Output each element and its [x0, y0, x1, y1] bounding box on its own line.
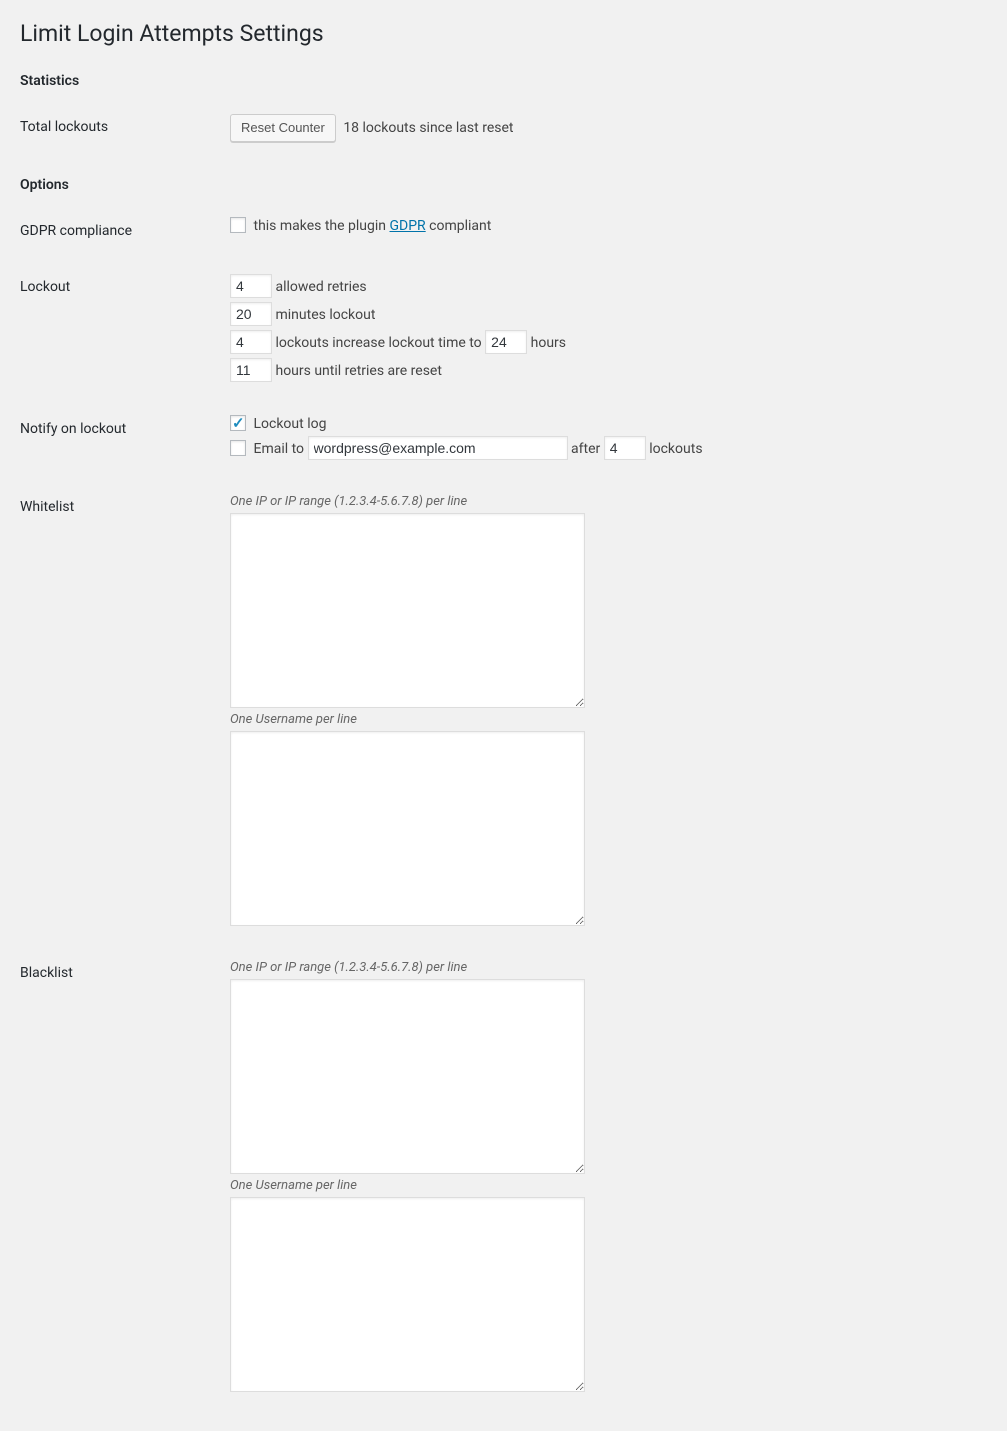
lockout-log-text: Lockout log	[253, 416, 326, 432]
section-statistics: Statistics	[20, 73, 987, 89]
lockouts-increase-text-after: hours	[531, 335, 566, 351]
gdpr-link[interactable]: GDPR	[390, 218, 426, 234]
after-lockouts-input[interactable]	[604, 436, 646, 460]
section-options: Options	[20, 177, 987, 193]
minutes-lockout-text: minutes lockout	[275, 307, 375, 323]
gdpr-text-before: this makes the plugin	[253, 218, 389, 234]
total-lockouts-label: Total lockouts	[20, 99, 220, 157]
blacklist-ip-hint: One IP or IP range (1.2.3.4-5.6.7.8) per…	[230, 960, 585, 975]
whitelist-user-hint: One Username per line	[230, 712, 585, 727]
lockout-log-checkbox[interactable]	[230, 415, 246, 431]
allowed-retries-text: allowed retries	[275, 279, 366, 295]
gdpr-label: GDPR compliance	[20, 203, 220, 259]
email-input[interactable]	[308, 436, 568, 460]
allowed-retries-input[interactable]	[230, 274, 272, 298]
minutes-lockout-input[interactable]	[230, 302, 272, 326]
whitelist-user-textarea[interactable]	[230, 731, 585, 926]
page-title: Limit Login Attempts Settings	[20, 10, 987, 53]
lockouts-increase-input[interactable]	[230, 330, 272, 354]
lockouts-count-text: 18 lockouts since last reset	[343, 120, 513, 136]
options-table: GDPR compliance this makes the plugin GD…	[20, 203, 987, 1411]
blacklist-user-textarea[interactable]	[230, 1197, 585, 1392]
hours-reset-input[interactable]	[230, 358, 272, 382]
gdpr-text-after: compliant	[426, 218, 492, 234]
lockouts-increase-text-before: lockouts increase lockout time to	[275, 335, 481, 351]
blacklist-ip-textarea[interactable]	[230, 979, 585, 1174]
settings-wrap: Limit Login Attempts Settings Statistics…	[0, 0, 1007, 1431]
notify-label: Notify on lockout	[20, 401, 220, 479]
whitelist-ip-textarea[interactable]	[230, 513, 585, 708]
whitelist-ip-hint: One IP or IP range (1.2.3.4-5.6.7.8) per…	[230, 494, 585, 509]
whitelist-label: Whitelist	[20, 479, 220, 945]
blacklist-user-hint: One Username per line	[230, 1178, 585, 1193]
after-text: after	[571, 441, 600, 457]
lockouts-increase-hours-input[interactable]	[485, 330, 527, 354]
email-to-text: Email to	[253, 441, 304, 457]
gdpr-checkbox[interactable]	[230, 217, 246, 233]
email-checkbox[interactable]	[230, 440, 246, 456]
reset-counter-button[interactable]: Reset Counter	[230, 114, 336, 142]
blacklist-label: Blacklist	[20, 945, 220, 1411]
statistics-table: Total lockouts Reset Counter 18 lockouts…	[20, 99, 987, 157]
lockouts-text: lockouts	[649, 441, 702, 457]
lockout-label: Lockout	[20, 259, 220, 401]
hours-reset-text: hours until retries are reset	[275, 363, 441, 379]
